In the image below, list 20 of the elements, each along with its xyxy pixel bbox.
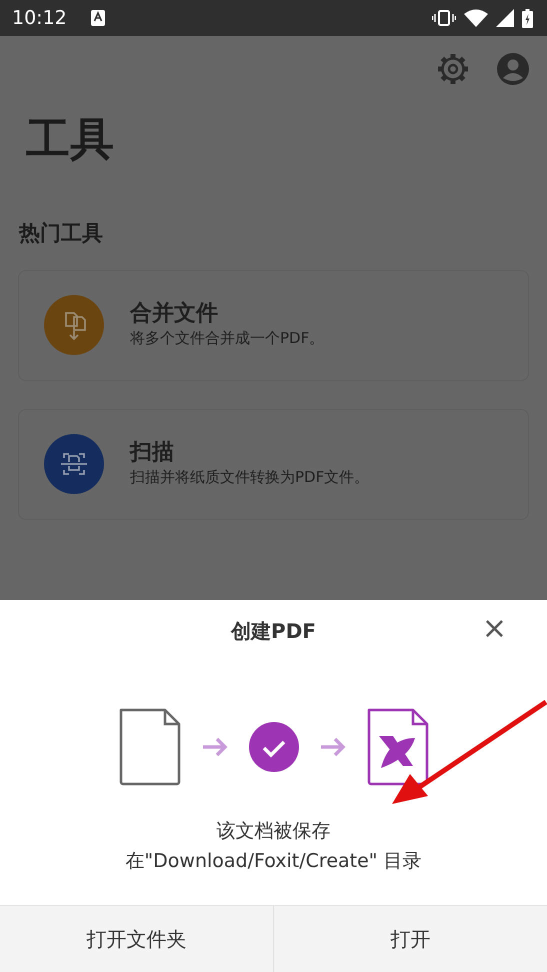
tool-title: 合并文件 <box>130 300 219 327</box>
tool-description: 将多个文件合并成一个PDF。 <box>130 328 324 349</box>
wifi-icon <box>464 9 488 27</box>
save-location-message: 该文档被保存在"Download/Foxit/Create" 目录 <box>124 819 423 874</box>
check-icon <box>248 722 298 772</box>
keyboard-icon <box>90 10 105 26</box>
tool-description: 扫描并将纸质文件转换为PDF文件。 <box>130 466 370 488</box>
document-icon <box>118 708 180 786</box>
sheet-title: 创建PDF <box>231 618 316 645</box>
close-button[interactable]: × <box>478 614 511 644</box>
clock-text: 10:12 <box>12 6 67 31</box>
section-title: 热门工具 <box>19 220 104 247</box>
page-title: 工具 <box>26 118 115 162</box>
signal-icon <box>496 9 514 27</box>
battery-icon <box>522 8 533 28</box>
pdf-file-icon <box>366 708 428 786</box>
tool-title: 扫描 <box>130 440 175 466</box>
vibrate-icon <box>432 10 456 26</box>
account-button[interactable] <box>497 53 529 85</box>
settings-button[interactable] <box>437 53 469 85</box>
